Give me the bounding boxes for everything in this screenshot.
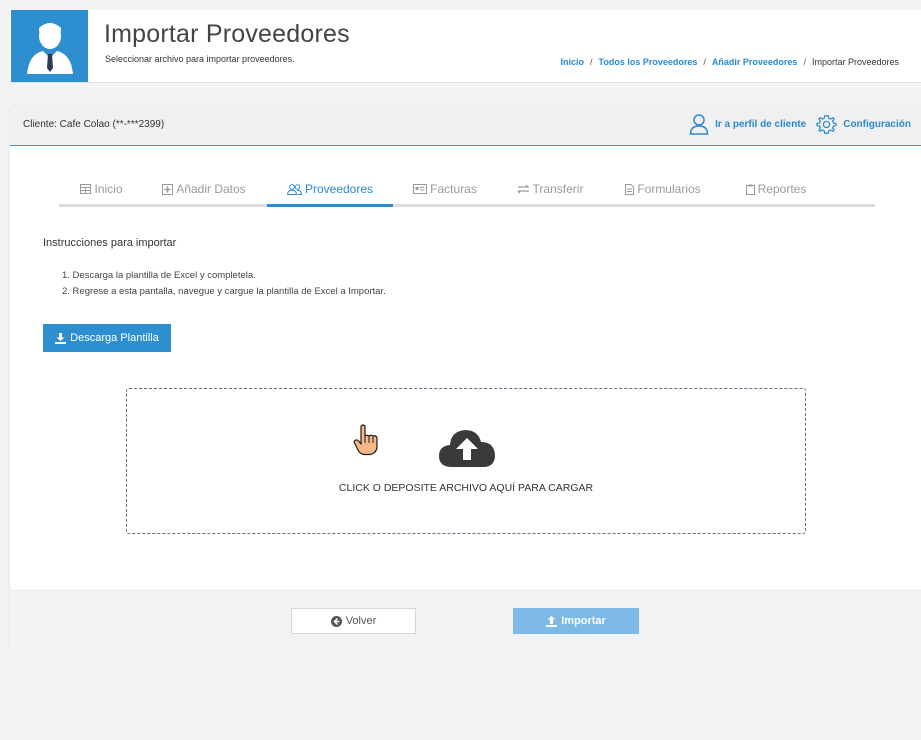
upload-icon	[546, 615, 558, 627]
back-button-label: Volver	[345, 615, 377, 627]
tab-anadir-datos[interactable]: Añadir Datos	[151, 174, 257, 204]
import-button[interactable]: Importar	[513, 608, 639, 634]
hand-pointer-icon	[353, 424, 378, 456]
import-card: Cliente: Cafe Colao (**-***2399) Ir a pe…	[10, 106, 921, 651]
invoice-icon	[413, 184, 428, 194]
tab-inicio[interactable]: Inicio	[59, 174, 144, 204]
table-icon	[80, 184, 92, 194]
config-label: Configuración	[843, 118, 911, 130]
dropzone-text: CLICK O DEPOSITE ARCHIVO AQUÍ PARA CARGA…	[338, 482, 594, 494]
tab-label: Inicio	[94, 182, 123, 196]
import-button-label: Importar	[561, 615, 606, 627]
form-footer: Volver Importar	[10, 590, 921, 651]
client-bar: Cliente: Cafe Colao (**-***2399) Ir a pe…	[10, 106, 921, 146]
user-icon	[27, 23, 73, 74]
breadcrumb-todos-proveedores[interactable]: Todos los Proveedores	[599, 57, 698, 67]
clipboard-icon	[745, 184, 755, 195]
tab-reportes[interactable]: Reportes	[735, 174, 817, 204]
breadcrumb-anadir-proveedores[interactable]: Añadir Proveedores	[712, 57, 798, 67]
client-actions: Ir a perfil de cliente Configuración	[679, 113, 911, 135]
user-outline-icon	[689, 114, 709, 135]
file-icon	[625, 183, 635, 195]
tab-label: Proveedores	[304, 182, 374, 196]
gear-icon	[816, 114, 837, 134]
instructions-list: 1. Descarga la plantilla de Excel y comp…	[62, 268, 386, 300]
page-subtitle: Seleccionar archivo para importar provee…	[105, 54, 295, 64]
download-template-label: Descarga Plantilla	[70, 332, 159, 344]
breadcrumb: Inicio / Todos los Proveedores / Añadir Prov…	[560, 57, 900, 67]
client-profile-label: Ir a perfil de cliente	[715, 118, 807, 130]
instructions-title: Instrucciones para importar	[43, 237, 177, 249]
tab-bar: Inicio Añadir Datos Proveedores Facturas…	[59, 174, 875, 207]
tab-label: Facturas	[430, 182, 477, 196]
client-label: Cliente: Cafe Colao (**-***2399)	[23, 119, 165, 130]
cloud-upload-icon	[439, 430, 495, 467]
config-link[interactable]: Configuración	[816, 114, 911, 135]
page-title: Importar Proveedores	[104, 20, 350, 48]
tab-label: Reportes	[757, 182, 807, 196]
avatar	[11, 10, 88, 82]
arrow-circle-left-icon	[330, 615, 342, 627]
plus-square-icon	[162, 183, 174, 195]
download-icon	[55, 332, 67, 344]
users-icon	[287, 183, 302, 195]
instruction-step: 2. Regrese a esta pantalla, navegue y ca…	[62, 286, 386, 297]
client-profile-link[interactable]: Ir a perfil de cliente	[689, 113, 806, 135]
tab-transferir[interactable]: Transferir	[509, 174, 591, 204]
tab-facturas[interactable]: Facturas	[405, 174, 485, 204]
breadcrumb-inicio[interactable]: Inicio	[561, 57, 585, 67]
tab-formularios[interactable]: Formularios	[615, 174, 711, 204]
download-template-button[interactable]: Descarga Plantilla	[43, 324, 171, 352]
tab-proveedores[interactable]: Proveedores	[267, 174, 393, 207]
instruction-step: 1. Descarga la plantilla de Excel y comp…	[62, 270, 256, 281]
breadcrumb-current: Importar Proveedores	[811, 57, 899, 67]
tab-label: Añadir Datos	[176, 182, 246, 196]
back-button[interactable]: Volver	[291, 608, 416, 634]
page-header: Importar Proveedores Seleccionar archivo…	[10, 10, 921, 83]
tab-label: Transferir	[532, 182, 584, 196]
file-dropzone[interactable]: CLICK O DEPOSITE ARCHIVO AQUÍ PARA CARGA…	[126, 388, 806, 534]
tab-label: Formularios	[637, 182, 701, 196]
transfer-icon	[517, 184, 530, 194]
